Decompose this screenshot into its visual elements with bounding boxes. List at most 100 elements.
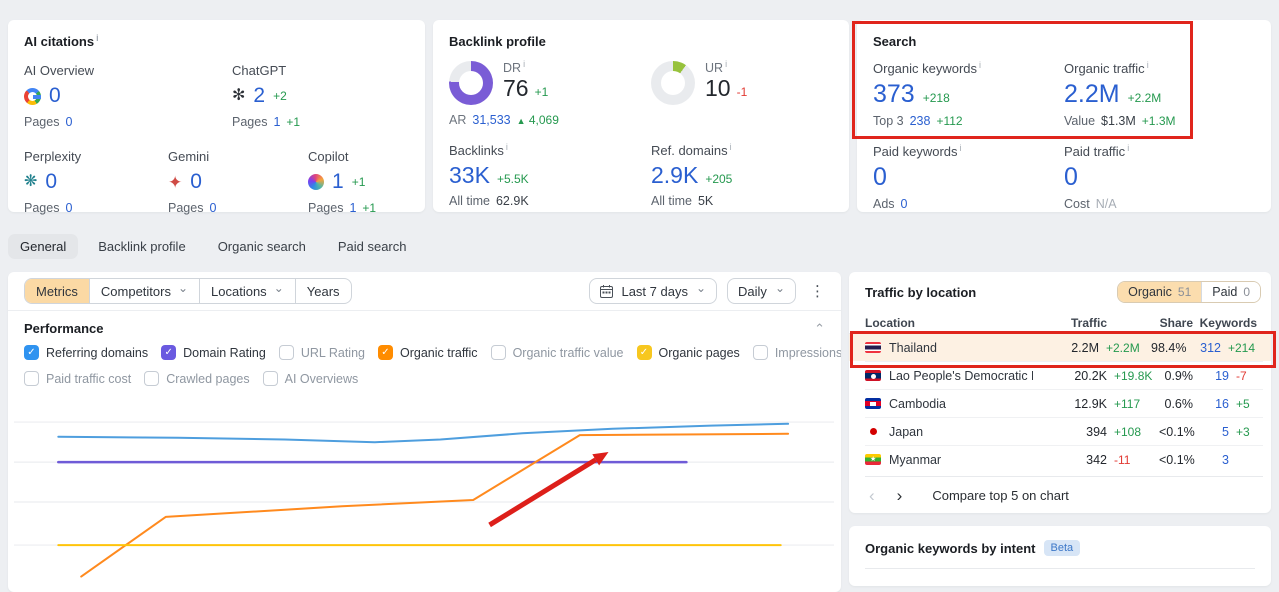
chart-config-segments: Metrics Competitors ⌄ Locations ⌄ Years <box>24 278 352 304</box>
ref-domains-value[interactable]: 2.9K <box>651 162 698 189</box>
traffic-row-thailand[interactable]: Thailand 2.2M +2.2M 98.4% 312 +214 <box>849 333 1271 361</box>
traffic-value: 20.2K <box>1074 368 1107 383</box>
backlink-profile-title: Backlink profile <box>449 34 546 49</box>
compare-top5-link[interactable]: Compare top 5 on chart <box>932 488 1069 503</box>
checkbox-icon <box>144 371 160 386</box>
locations-segment[interactable]: Locations ⌄ <box>200 279 296 303</box>
chatgpt-count[interactable]: 2 <box>253 84 265 108</box>
keywords-value[interactable]: 3 <box>1193 453 1229 467</box>
tab-paid-search[interactable]: Paid search <box>326 234 419 259</box>
up-triangle-icon: ▲ <box>516 116 526 126</box>
checkbox-icon <box>278 345 294 360</box>
organic-keywords-value[interactable]: 373 <box>873 80 915 109</box>
traffic-row-cambodia[interactable]: Cambodia 12.9K +117 0.6% 16 +5 <box>865 389 1263 417</box>
series-organic-traffic <box>80 432 790 578</box>
performance-title: Performance <box>24 321 104 336</box>
toggle-organic[interactable]: Organic 51 <box>1118 282 1202 302</box>
ai-citation-copilot: Copilot 1 +1 Pages 1 +1 <box>308 149 377 215</box>
metric-label: AI Overviews <box>284 371 359 386</box>
organic-traffic-value[interactable]: 2.2M <box>1064 80 1120 109</box>
metric-label: Impressions <box>774 345 841 360</box>
share-value: 0.9% <box>1164 368 1194 383</box>
tab-backlink-profile[interactable]: Backlink profile <box>86 234 197 259</box>
traffic-row-lao-people-s-democratic-reput[interactable]: Lao People's Democratic Reput 20.2K +19.8K… <box>865 361 1263 389</box>
checkbox-icon: ✓ <box>377 345 393 360</box>
paid-keywords-value[interactable]: 0 <box>873 163 887 192</box>
traffic-row-japan[interactable]: Japan 394 +108 <0.1% 5 +3 <box>865 417 1263 445</box>
tab-general[interactable]: General <box>8 234 79 259</box>
share-value: <0.1% <box>1159 424 1195 439</box>
metric-toggle-domain-rating[interactable]: ✓ Domain Rating <box>161 345 266 360</box>
beta-badge: Beta <box>1043 540 1081 556</box>
traffic-delta: +2.2M <box>1106 340 1140 355</box>
metric-toggle-ai-overviews[interactable]: AI Overviews <box>262 371 359 386</box>
perplexity-icon: ❋ <box>24 173 38 190</box>
copilot-count[interactable]: 1 <box>332 170 344 194</box>
gemini-count[interactable]: 0 <box>190 170 202 194</box>
keywords-value[interactable]: 312 <box>1185 341 1221 355</box>
prev-page-icon[interactable]: ‹ <box>865 487 879 504</box>
traffic-by-location-card: Traffic by location Organic 51 Paid 0 Loca… <box>849 272 1271 513</box>
checkbox-icon <box>752 345 768 360</box>
backlinks-value[interactable]: 33K <box>449 162 490 189</box>
metric-toggle-impressions[interactable]: Impressions <box>752 345 841 360</box>
competitors-segment[interactable]: Competitors ⌄ <box>90 279 201 303</box>
metric-toggle-organic-pages[interactable]: ✓ Organic pages <box>636 345 740 360</box>
google-icon <box>24 87 41 105</box>
ai-citations-card: AI citations i AI Overview 0 Pages 0 ChatG… <box>8 20 425 215</box>
info-icon: i <box>1127 143 1130 153</box>
ai-overview-count[interactable]: 0 <box>49 84 61 108</box>
toggle-paid[interactable]: Paid 0 <box>1201 282 1260 302</box>
metric-toggle-referring-domains[interactable]: ✓ Referring domains <box>24 345 148 360</box>
info-icon: i <box>729 142 732 152</box>
ai-citation-perplexity: Perplexity ❋ 0 Pages 0 <box>24 149 82 215</box>
granularity-button[interactable]: Daily ⌄ <box>727 278 796 304</box>
perplexity-count[interactable]: 0 <box>45 170 57 194</box>
location-cell: Myanmar <box>865 453 1033 467</box>
ai-citation-ai-overview: AI Overview 0 Pages 0 <box>24 63 95 129</box>
metric-toggle-organic-traffic[interactable]: ✓ Organic traffic <box>377 345 478 360</box>
divider <box>8 310 841 311</box>
location-cell: Cambodia <box>865 397 1033 411</box>
performance-chart <box>14 395 834 592</box>
traffic-delta: +19.8K <box>1114 368 1153 383</box>
chatgpt-icon: ✻ <box>232 87 246 104</box>
share-value: <0.1% <box>1159 452 1195 467</box>
paid-traffic-value[interactable]: 0 <box>1064 163 1078 192</box>
metric-label: Organic traffic value <box>512 345 624 360</box>
annotation-arrow-shaft <box>488 457 598 528</box>
keywords-value[interactable]: 5 <box>1193 425 1229 439</box>
collapse-chevron-up-icon[interactable]: ⌃ <box>814 322 825 335</box>
series-referring-domains <box>57 422 790 444</box>
section-tabs: General Backlink profile Organic search … <box>8 234 419 259</box>
next-page-icon[interactable]: › <box>893 487 907 504</box>
metric-label: Referring domains <box>46 345 149 360</box>
chevron-down-icon: ⌄ <box>273 281 284 296</box>
metric-toggle-paid-traffic-cost[interactable]: Paid traffic cost <box>24 371 131 386</box>
domain-rating-block: DR i 76 +1 <box>449 59 631 105</box>
organic-keywords-block: Organic keywords i 373 +218 Top 3 238 +112 <box>873 60 982 128</box>
search-card: Search Organic keywords i 373 +218 Top 3 23… <box>857 20 1271 212</box>
jp-flag-icon <box>865 426 881 437</box>
metric-toggle-organic-traffic-value[interactable]: Organic traffic value <box>490 345 624 360</box>
keywords-value[interactable]: 19 <box>1193 369 1229 383</box>
traffic-row-myanmar[interactable]: Myanmar 342 -11 <0.1%3 <box>865 445 1263 473</box>
keywords-delta: +214 <box>1228 340 1256 355</box>
metric-toggle-url-rating[interactable]: URL Rating <box>278 345 365 360</box>
metrics-segment[interactable]: Metrics <box>25 279 90 303</box>
tab-organic-search[interactable]: Organic search <box>206 234 318 259</box>
dr-donut-chart <box>449 61 493 105</box>
metric-label: Domain Rating <box>183 345 266 360</box>
keywords-delta: +5 <box>1236 396 1250 411</box>
chevron-down-icon: ⌄ <box>695 281 707 296</box>
calendar-icon <box>600 284 614 298</box>
more-options-kebab-icon[interactable]: ⋮ <box>806 282 829 300</box>
years-segment[interactable]: Years <box>296 279 351 303</box>
divider <box>865 568 1255 569</box>
date-range-button[interactable]: Last 7 days ⌄ <box>589 278 718 304</box>
metric-toggle-crawled-pages[interactable]: Crawled pages <box>144 371 250 386</box>
metric-toggles-row-2: Paid traffic cost Crawled pages AI Overvie… <box>24 371 831 386</box>
gemini-icon: ✦ <box>168 172 183 192</box>
url-rating-block: UR i 10 -1 <box>651 59 833 105</box>
keywords-value[interactable]: 16 <box>1193 397 1229 411</box>
